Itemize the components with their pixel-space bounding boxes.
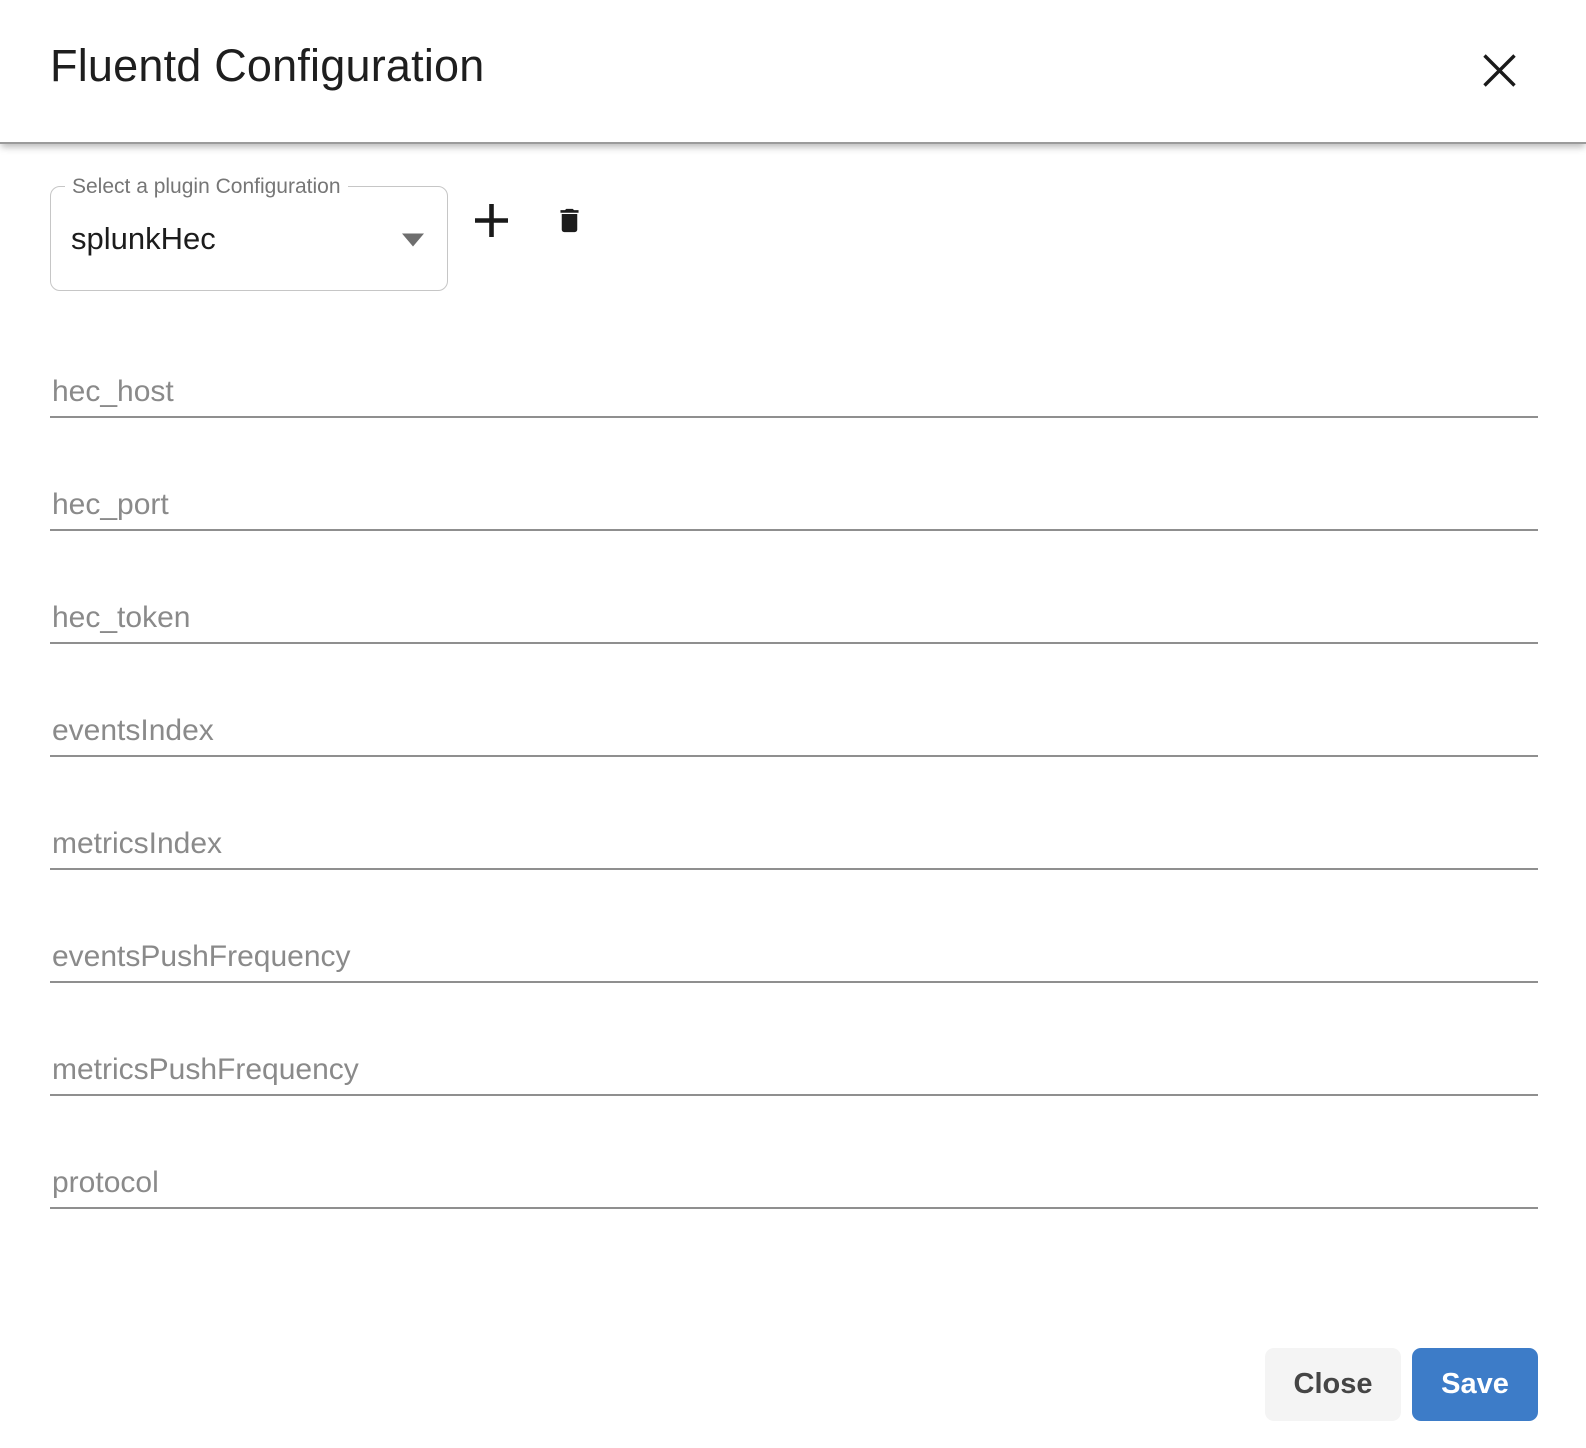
field-row-events-push-frequency	[50, 939, 1538, 983]
events-index-input[interactable]	[50, 713, 1538, 757]
dialog-header: Fluentd Configuration	[0, 0, 1586, 144]
trash-icon	[554, 204, 585, 237]
metrics-index-input[interactable]	[50, 826, 1538, 870]
add-config-button[interactable]	[467, 196, 515, 244]
metrics-push-frequency-input[interactable]	[50, 1052, 1538, 1096]
dialog-footer: Close Save	[50, 1348, 1538, 1421]
close-button[interactable]: Close	[1265, 1348, 1401, 1421]
page-title: Fluentd Configuration	[50, 40, 485, 91]
dialog-body: Select a plugin Configuration splunkHec	[0, 175, 1586, 1421]
plus-icon	[473, 202, 510, 239]
chevron-down-icon	[402, 233, 424, 247]
hec-port-input[interactable]	[50, 487, 1538, 531]
hec-host-input[interactable]	[50, 374, 1538, 418]
plugin-selector-row: Select a plugin Configuration splunkHec	[50, 175, 1538, 291]
delete-config-button[interactable]	[545, 196, 593, 244]
field-row-events-index	[50, 713, 1538, 757]
field-row-protocol	[50, 1165, 1538, 1209]
plugin-config-select-value: splunkHec	[71, 220, 216, 256]
plugin-config-select-label: Select a plugin Configuration	[65, 175, 348, 199]
config-fields	[50, 374, 1538, 1209]
field-row-metrics-index	[50, 826, 1538, 870]
field-row-hec-host	[50, 374, 1538, 418]
save-button[interactable]: Save	[1412, 1348, 1538, 1421]
x-icon	[1480, 51, 1519, 90]
events-push-frequency-input[interactable]	[50, 939, 1538, 983]
fluentd-configuration-dialog: Fluentd Configuration Select a plugin Co…	[0, 0, 1586, 1448]
field-row-metrics-push-frequency	[50, 1052, 1538, 1096]
field-row-hec-token	[50, 600, 1538, 644]
field-row-hec-port	[50, 487, 1538, 531]
protocol-input[interactable]	[50, 1165, 1538, 1209]
dialog-close-button[interactable]	[1475, 46, 1523, 94]
plugin-config-select[interactable]: Select a plugin Configuration splunkHec	[50, 175, 448, 291]
hec-token-input[interactable]	[50, 600, 1538, 644]
